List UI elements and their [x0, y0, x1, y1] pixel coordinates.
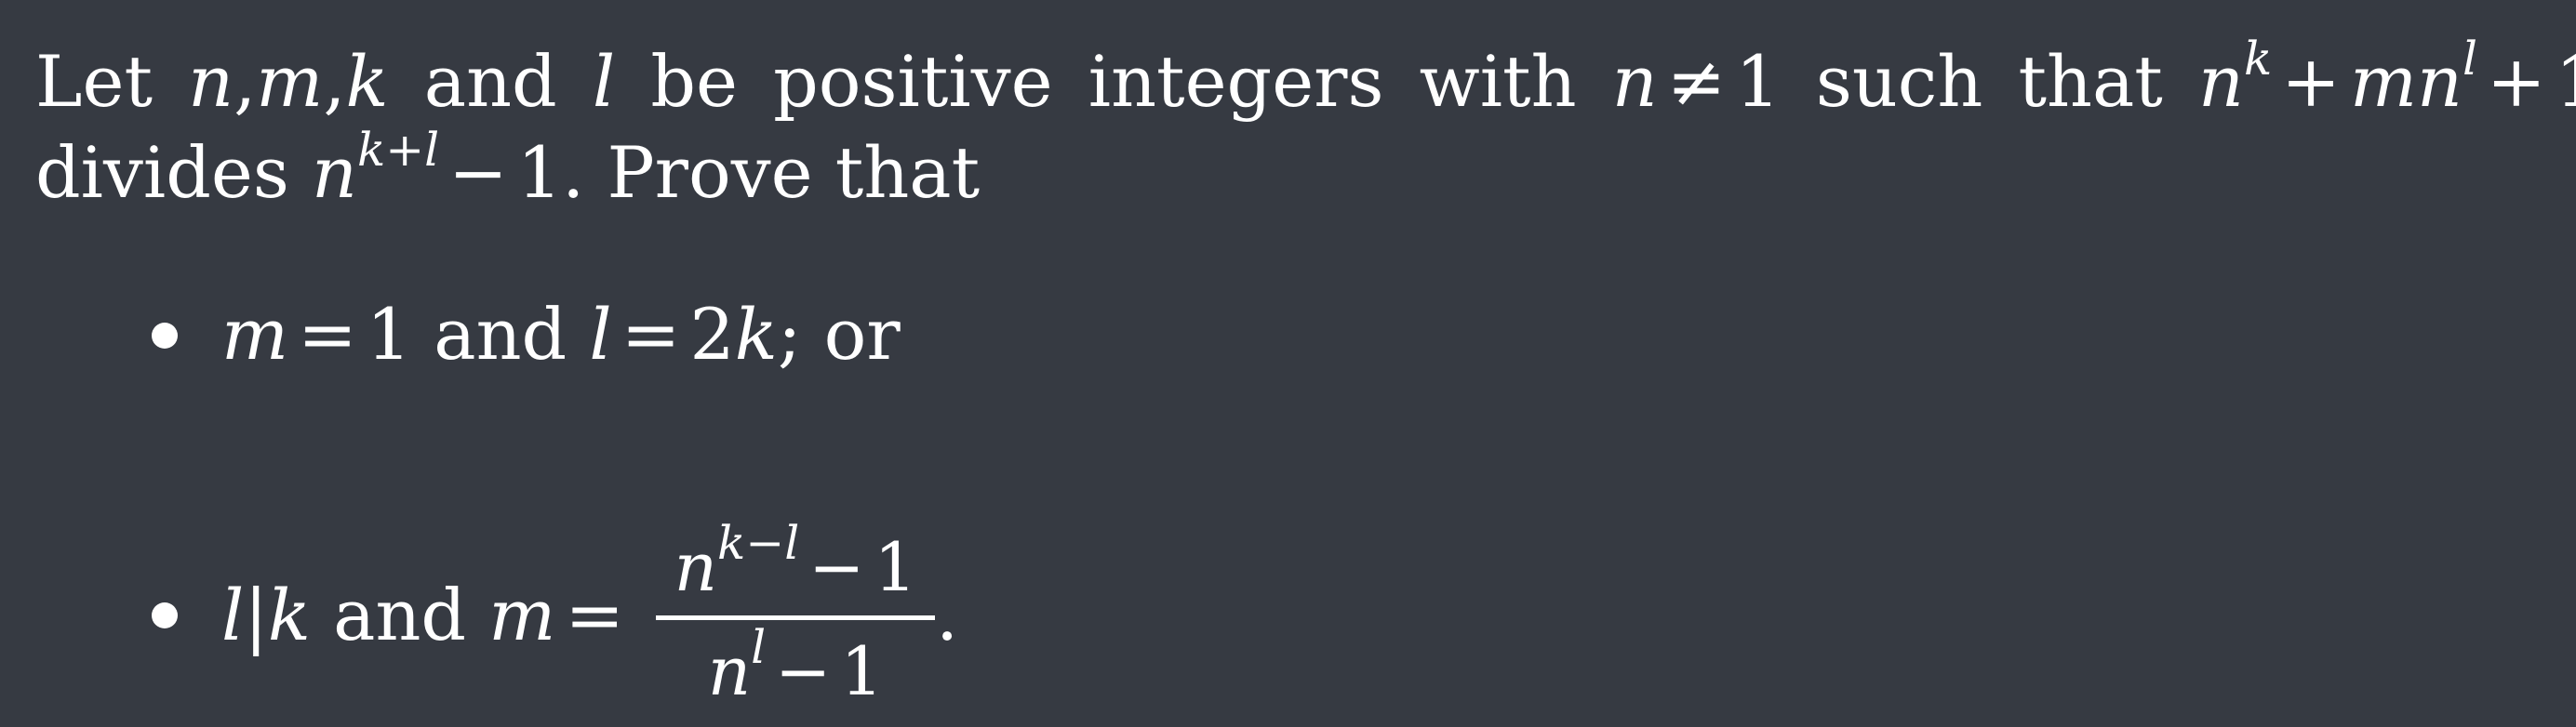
plus-symbol: + — [2281, 40, 2341, 123]
neq-symbol: ≠ — [1666, 40, 1727, 123]
divides-bar: | — [244, 574, 268, 656]
number-one: 1 — [366, 293, 412, 376]
var-m: m — [221, 293, 289, 376]
text-be-positive-integers: be positive integers with — [650, 40, 1577, 123]
bullet-icon — [152, 323, 178, 349]
var-l: l — [589, 293, 612, 376]
var-m: m — [488, 574, 556, 656]
problem-line-1: Let n,m,k and l be positive integers wit… — [35, 35, 2576, 117]
condition-item-1: m = 1 and l = 2k; or — [221, 299, 901, 370]
fraction-bar — [656, 615, 935, 620]
exponent-l: l — [751, 620, 767, 674]
fraction-numerator: nk−l −1 — [656, 520, 935, 601]
var-l: l — [221, 574, 245, 656]
equals-symbol: = — [298, 293, 357, 376]
exponent-k: k — [2243, 32, 2273, 86]
var-n: n — [188, 40, 234, 123]
equals-symbol: = — [565, 574, 625, 656]
problem-line-2: divides nk+l −1. Prove that — [35, 126, 980, 208]
text-prove-that: Prove that — [607, 131, 981, 214]
exponent-k-plus-l: k+l — [356, 123, 440, 177]
var-k: k — [345, 40, 389, 123]
problem-statement-page: Let n,m,k and l be positive integers wit… — [0, 0, 2576, 727]
comma: , — [323, 40, 346, 123]
comma: , — [234, 40, 257, 123]
var-k: k — [734, 293, 778, 376]
number-one: 1 — [1735, 40, 1781, 123]
var-mn: mn — [2349, 40, 2463, 123]
var-l: l — [592, 40, 616, 123]
minus-symbol: − — [808, 528, 865, 606]
number-one: 1. — [516, 131, 585, 214]
text-and: and — [333, 574, 467, 656]
text-or: ; or — [777, 293, 901, 376]
text-let: Let — [35, 40, 153, 123]
number-one: 1 — [874, 528, 917, 606]
var-n: n — [312, 131, 357, 214]
minus-symbol: − — [775, 632, 832, 710]
text-and: and — [434, 293, 567, 376]
plus-symbol: + — [2486, 40, 2546, 123]
exponent-k-minus-l: k−l — [717, 516, 800, 570]
bullet-icon — [152, 602, 178, 628]
fraction-denominator: nl −1 — [656, 624, 935, 705]
condition-item-2: l|k and m = — [221, 580, 634, 651]
var-n: n — [1611, 40, 1658, 123]
number-one: 1 — [840, 632, 884, 710]
text-divides: divides — [35, 131, 289, 214]
minus-symbol: − — [448, 131, 508, 214]
exponent-l: l — [2462, 32, 2477, 86]
number-two: 2 — [689, 293, 735, 376]
number-one: 1 — [2556, 40, 2576, 123]
text-and: and — [423, 40, 557, 123]
period: . — [936, 574, 959, 656]
text-such-that: such that — [1815, 40, 2163, 123]
var-m: m — [256, 40, 324, 123]
equals-symbol: = — [621, 293, 681, 376]
var-k: k — [267, 574, 311, 656]
var-n: n — [707, 632, 752, 710]
var-n: n — [674, 528, 718, 606]
var-n: n — [2198, 40, 2244, 123]
